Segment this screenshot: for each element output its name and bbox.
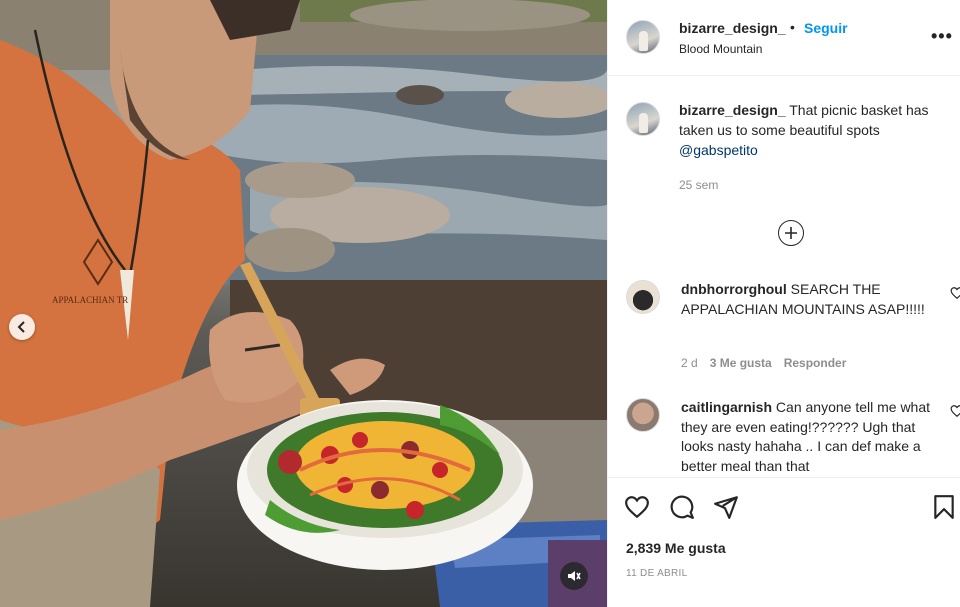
- caption-avatar[interactable]: [626, 102, 660, 136]
- comment-text: dnbhorrorghoul SEARCH THE APPALACHIAN MO…: [681, 280, 931, 319]
- save-button[interactable]: [931, 494, 957, 520]
- shirt-text: APPALACHIAN TR: [52, 295, 128, 305]
- like-button[interactable]: [624, 494, 650, 520]
- bookmark-icon: [934, 495, 954, 519]
- comment-avatar[interactable]: [626, 398, 660, 432]
- caption-text: bizarre_design_ That picnic basket has t…: [679, 100, 949, 160]
- author-username[interactable]: bizarre_design_: [679, 20, 786, 36]
- carousel-prev-button[interactable]: [9, 314, 35, 340]
- post-panel: bizarre_design_ • Seguir Blood Mountain …: [607, 0, 960, 607]
- load-more-comments-button[interactable]: [778, 220, 804, 246]
- share-icon: [714, 496, 738, 519]
- share-button[interactable]: [713, 494, 739, 520]
- header-separator: •: [790, 19, 795, 35]
- caption-username[interactable]: bizarre_design_: [679, 102, 786, 118]
- post-location[interactable]: Blood Mountain: [679, 42, 762, 56]
- comment-text: caitlingarnish Can anyone tell me what t…: [681, 398, 931, 476]
- reply-button[interactable]: Responder: [784, 356, 847, 370]
- caption-time[interactable]: 25 sem: [679, 178, 718, 192]
- comment-heart-icon[interactable]: [950, 286, 960, 300]
- comment-time[interactable]: 2 d: [681, 356, 698, 370]
- video-frame: APPALACHIAN TR: [0, 0, 607, 607]
- comment-likes[interactable]: 3 Me gusta: [710, 356, 772, 370]
- comment-avatar[interactable]: [626, 280, 660, 314]
- comment-username[interactable]: dnbhorrorghoul: [681, 281, 787, 297]
- post-actions: 2,839 Me gusta 11 DE ABRIL: [608, 477, 960, 607]
- chevron-left-icon: [17, 321, 25, 333]
- post-header: bizarre_design_ • Seguir Blood Mountain …: [608, 0, 960, 76]
- comment-meta: 2 d 3 Me gusta Responder: [681, 356, 846, 370]
- post-media[interactable]: APPALACHIAN TR: [0, 0, 607, 607]
- comment-heart-icon[interactable]: [950, 404, 960, 418]
- plus-circle-icon: [785, 227, 797, 239]
- mute-button[interactable]: [560, 562, 588, 590]
- mute-icon: [568, 571, 581, 581]
- caption-mention[interactable]: @gabspetito: [679, 142, 758, 158]
- more-icon[interactable]: •••: [931, 26, 953, 47]
- comment-username[interactable]: caitlingarnish: [681, 399, 772, 415]
- comment-icon: [670, 495, 694, 519]
- post-date[interactable]: 11 DE ABRIL: [626, 568, 687, 579]
- likes-count[interactable]: 2,839 Me gusta: [626, 540, 726, 556]
- comment-button[interactable]: [669, 494, 695, 520]
- author-avatar[interactable]: [626, 20, 660, 54]
- heart-icon: [625, 496, 649, 519]
- follow-button[interactable]: Seguir: [804, 20, 848, 36]
